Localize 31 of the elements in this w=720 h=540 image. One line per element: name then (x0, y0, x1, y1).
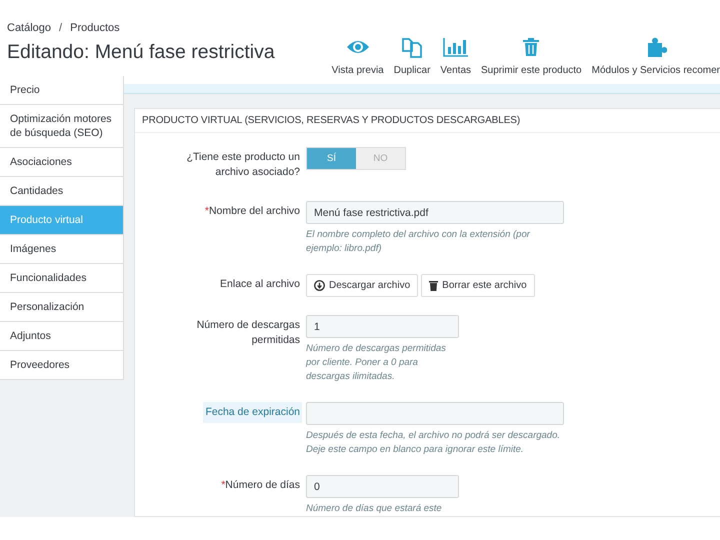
text-field[interactable]: Menú fase restrictiva.pdf (306, 201, 564, 224)
text-field[interactable] (306, 402, 564, 425)
field-label: *Número de días (220, 478, 301, 493)
text-field[interactable]: 1 (306, 315, 459, 338)
toolbar-button[interactable]: Vista previa (332, 36, 384, 76)
toolbar-button[interactable]: Duplicar (394, 36, 430, 76)
breadcrumb-link[interactable]: Catálogo (7, 22, 52, 34)
text-field[interactable]: 0 (306, 475, 459, 498)
action-button[interactable]: Borrar este archivo (421, 274, 535, 297)
toolbar-button[interactable]: Ventas (440, 36, 472, 76)
breadcrumb-separator: / (59, 22, 62, 34)
action-button[interactable]: Descargar archivo (306, 274, 418, 297)
download-icon (314, 280, 325, 291)
field-label: Enlace al archivo (219, 277, 301, 292)
help-text: El nombre completo del archivo con la extensión (por ejemplo: libro.pdf) (306, 228, 532, 256)
bar-chart-icon (442, 36, 469, 58)
breadcrumb-link[interactable]: Productos (70, 22, 120, 34)
help-text: Número de descargas permitidas por cliente. Poner a 0 para descargas ilimitadas. (306, 342, 447, 384)
trash-icon (522, 36, 540, 58)
help-text: Número de días que estará este (306, 502, 443, 516)
trash-icon (429, 280, 438, 291)
page-title: Editando: Menú fase restrictiva (7, 41, 275, 64)
field-label: Fecha de expiración (203, 402, 302, 423)
field-label: ¿Tiene este producto un archivo asociado? (186, 150, 301, 180)
toolbar-button[interactable]: Módulos y Servicios recomer (592, 36, 720, 76)
panel-heading: PRODUCTO VIRTUAL (SERVICIOS, RESERVAS Y PRODUCTOS DESCARGABLES) (135, 109, 720, 133)
help-text: Después de esta fecha, el archivo no podrá ser descargado. Deje este campo en blanco para ignorar este límite. (306, 429, 562, 457)
toolbar-button[interactable]: Suprimir este producto (481, 36, 582, 76)
field-label: *Nombre del archivo (204, 204, 301, 219)
field-label: Número de descargas permitidas (196, 318, 301, 348)
copy-icon (401, 36, 424, 58)
